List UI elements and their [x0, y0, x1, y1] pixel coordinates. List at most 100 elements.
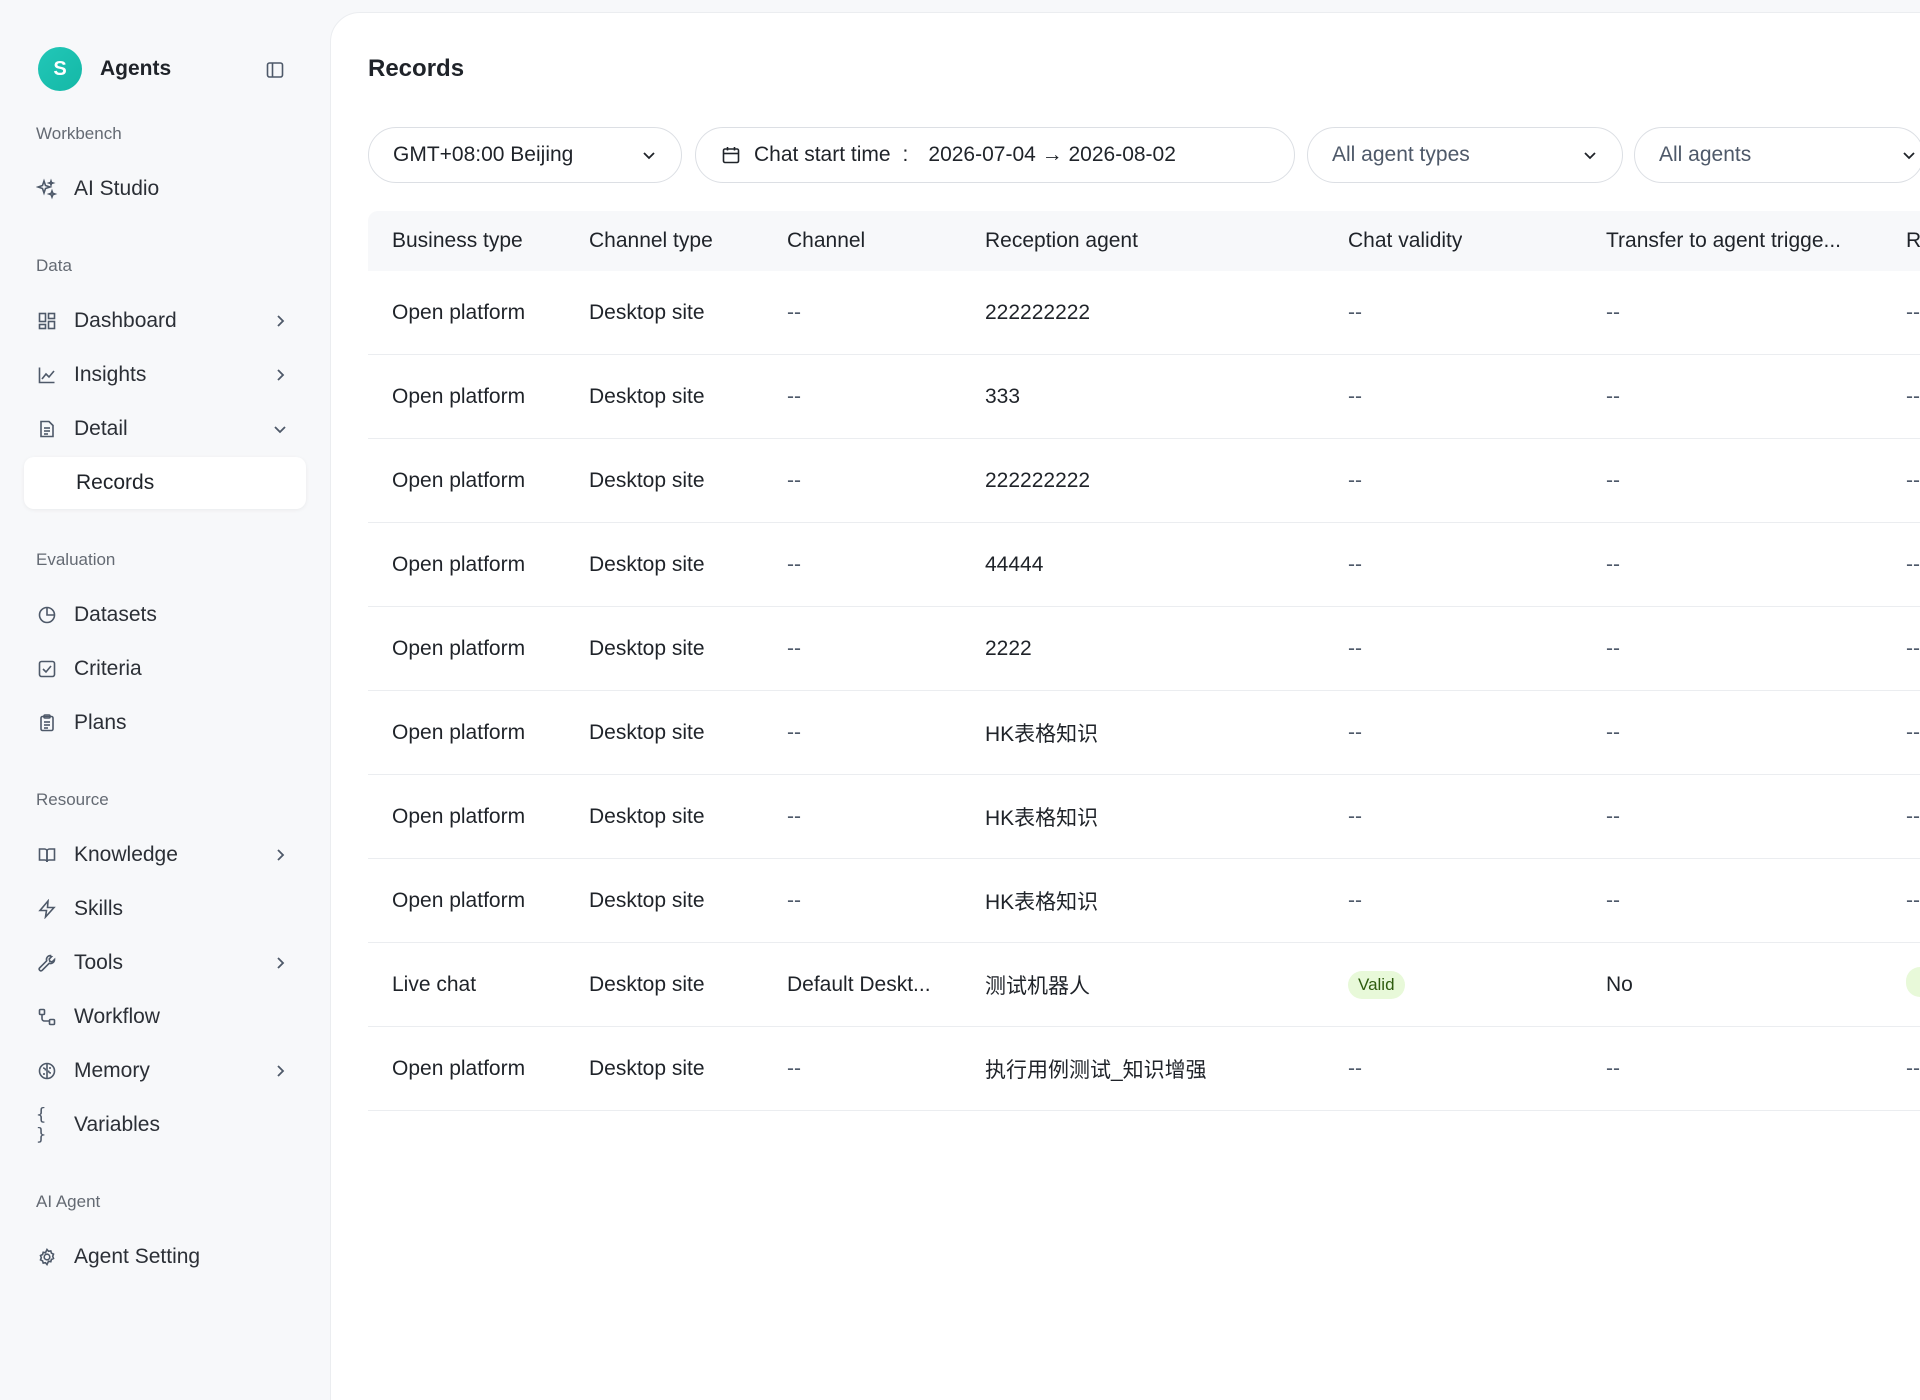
table-cell: HK表格知识: [985, 890, 1099, 914]
sidebar-item-label: Skills: [74, 897, 124, 920]
table-cell: --: [1906, 720, 1920, 744]
table-cell: Open platform: [392, 1056, 526, 1080]
sidebar-item-records[interactable]: Records: [24, 457, 306, 509]
table-cell: --: [1348, 720, 1362, 744]
records-table: Business type Channel type Channel Recep…: [368, 211, 1920, 1111]
sidebar-item-insights[interactable]: Insights: [24, 349, 306, 401]
sidebar-item-memory[interactable]: Memory: [24, 1045, 306, 1097]
table-cell: Valid: [1348, 970, 1405, 999]
sidebar-item-skills[interactable]: Skills: [24, 883, 306, 935]
agents-select[interactable]: All agents: [1634, 127, 1920, 183]
sidebar-item-detail[interactable]: Detail: [24, 403, 306, 455]
table-row[interactable]: Open platform Desktop site -- 44444 -- -- --: [368, 523, 1920, 607]
sidebar-item-dashboard[interactable]: Dashboard: [24, 295, 306, 347]
table-cell: --: [1906, 300, 1920, 324]
table-cell: --: [1606, 300, 1620, 324]
section-resource: Resource: [36, 790, 109, 809]
sidebar-item-label: Dashboard: [74, 309, 177, 332]
book-icon: [36, 844, 58, 866]
table-row[interactable]: Open platform Desktop site -- 333 -- -- --: [368, 355, 1920, 439]
table-cell: Open platform: [392, 384, 526, 408]
chevron-down-icon: [1580, 145, 1600, 165]
table-row[interactable]: Open platform Desktop site -- 222222222 -- --…: [368, 439, 1920, 523]
status-badge: Valid: [1348, 970, 1405, 999]
table-cell: 333: [985, 384, 1021, 408]
table-cell: Open platform: [392, 300, 526, 324]
table-cell: --: [1606, 636, 1620, 660]
table-cell: Desktop site: [589, 384, 705, 408]
section-workbench: Workbench: [36, 124, 122, 143]
table-cell: --: [787, 300, 801, 324]
sidebar-item-label: Plans: [74, 711, 127, 734]
table-cell: --: [787, 720, 801, 744]
chat-start-time-range-picker[interactable]: Chat start time : 2026-07-04 → 2026-08-0…: [695, 127, 1295, 183]
sidebar-item-tools[interactable]: Tools: [24, 937, 306, 989]
sidebar-item-datasets[interactable]: Datasets: [24, 589, 306, 641]
table-cell: --: [1348, 384, 1362, 408]
table-cell: 222222222: [985, 300, 1091, 324]
sidebar-item-agent-setting[interactable]: Agent Setting: [24, 1231, 306, 1283]
table-row[interactable]: Open platform Desktop site -- 222222222 -- --…: [368, 271, 1920, 355]
table-cell: Desktop site: [589, 300, 705, 324]
column-header: R: [1906, 229, 1920, 252]
table-cell: --: [1606, 384, 1620, 408]
document-icon: [36, 418, 58, 440]
section-data: Data: [36, 256, 72, 275]
sidebar-item-label: Insights: [74, 363, 147, 386]
table-cell: --: [787, 384, 801, 408]
table-cell: Desktop site: [589, 888, 705, 912]
table-cell: Open platform: [392, 888, 526, 912]
agent-types-value: All agent types: [1332, 143, 1470, 166]
sidebar-collapse-icon[interactable]: [262, 57, 288, 83]
checkbox-icon: [36, 658, 58, 680]
table-cell: --: [787, 888, 801, 912]
sidebar-item-label: Tools: [74, 951, 124, 974]
sidebar-item-label: Detail: [74, 417, 128, 440]
table-cell: --: [787, 636, 801, 660]
agent-types-select[interactable]: All agent types: [1307, 127, 1623, 183]
timezone-select[interactable]: GMT+08:00 Beijing: [368, 127, 682, 183]
chevron-right-icon: [270, 365, 290, 385]
table-cell: Open platform: [392, 636, 526, 660]
sidebar-item-knowledge[interactable]: Knowledge: [24, 829, 306, 881]
table-cell: --: [1606, 888, 1620, 912]
table-cell: Open platform: [392, 552, 526, 576]
table-cell: --: [1606, 1056, 1620, 1080]
table-cell: --: [1348, 552, 1362, 576]
sidebar-item-label: Criteria: [74, 657, 142, 680]
sidebar-item-variables[interactable]: { } Variables: [24, 1099, 306, 1151]
chevron-right-icon: [270, 1061, 290, 1081]
page-title: Records: [368, 55, 465, 82]
avatar[interactable]: S: [38, 47, 82, 91]
table-cell: --: [1348, 468, 1362, 492]
table-row[interactable]: Live chat Desktop site Default Deskt... 测试机…: [368, 943, 1920, 1027]
table-cell: HK表格知识: [985, 722, 1099, 746]
lightning-icon: [36, 898, 58, 920]
table-cell: Open platform: [392, 720, 526, 744]
table-body: Open platform Desktop site -- 222222222 -- --…: [368, 271, 1920, 1111]
main-panel: Records GMT+08:00 Beijing Chat start tim…: [330, 12, 1920, 1400]
table-row[interactable]: Open platform Desktop site -- HK表格知识 -- -- --: [368, 859, 1920, 943]
table-row[interactable]: Open platform Desktop site -- 2222 -- -- --: [368, 607, 1920, 691]
table-row[interactable]: Open platform Desktop site -- HK表格知识 -- -- --: [368, 775, 1920, 859]
column-header: Channel type: [589, 229, 713, 252]
sidebar-item-label: Memory: [74, 1059, 150, 1082]
sidebar-item-ai-studio[interactable]: AI Studio: [24, 163, 306, 215]
table-row[interactable]: Open platform Desktop site -- 执行用例测试_知识增强 --…: [368, 1027, 1920, 1111]
table-cell: Desktop site: [589, 636, 705, 660]
table-cell: --: [1906, 384, 1920, 408]
sidebar-item-workflow[interactable]: Workflow: [24, 991, 306, 1043]
sidebar-item-label: Records: [76, 471, 155, 494]
sidebar-item-plans[interactable]: Plans: [24, 697, 306, 749]
sidebar-item-label: Agent Setting: [74, 1245, 201, 1268]
sidebar-item-criteria[interactable]: Criteria: [24, 643, 306, 695]
timezone-value: GMT+08:00 Beijing: [393, 143, 574, 166]
app-name: Agents: [100, 57, 172, 80]
sidebar-item-label: Variables: [74, 1113, 160, 1136]
table-cell: --: [787, 468, 801, 492]
column-header: Chat validity: [1348, 229, 1463, 252]
table-row[interactable]: Open platform Desktop site -- HK表格知识 -- -- --: [368, 691, 1920, 775]
table-cell: --: [1606, 468, 1620, 492]
table-cell: Desktop site: [589, 1056, 705, 1080]
table-cell: 2222: [985, 636, 1032, 660]
